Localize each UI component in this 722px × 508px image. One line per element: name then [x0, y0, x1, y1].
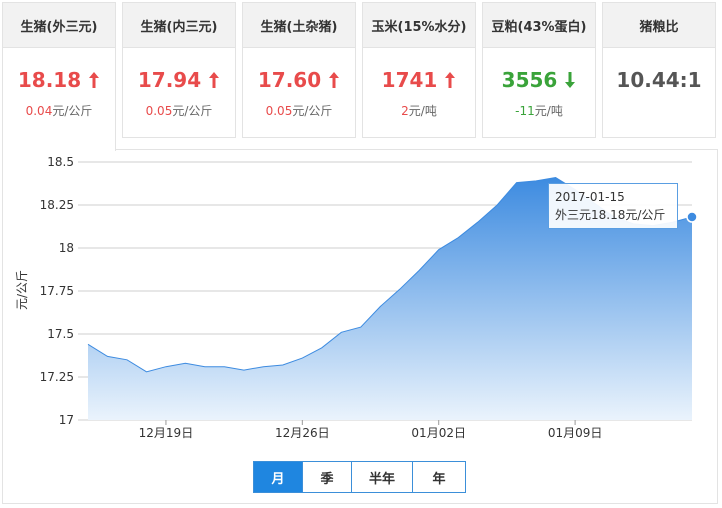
y-tick-label: 18: [59, 241, 74, 255]
x-tick-label: 01月02日: [411, 426, 466, 440]
x-tick-label: 12月19日: [139, 426, 194, 440]
card-change: 0.04元/公斤: [3, 102, 115, 119]
y-tick-label: 17: [59, 413, 74, 427]
y-axis: 17 17.25 17.5 17.75 18 18.25 18.5: [40, 155, 74, 427]
x-tick-label: 01月09日: [548, 426, 603, 440]
tooltip-text: 外三元18.18元/公斤: [555, 208, 666, 222]
card-price: 18.18: [3, 66, 115, 94]
change-unit: 元/公斤: [52, 104, 93, 118]
period-year-button[interactable]: 年: [413, 462, 465, 492]
chart-tooltip: 2017-01-15 外三元18.18元/公斤: [548, 183, 678, 229]
period-half-year-button[interactable]: 半年: [352, 462, 413, 492]
y-axis-label: 元/公斤: [15, 270, 29, 310]
y-tick-label: 17.75: [40, 284, 74, 298]
data-points: [686, 211, 698, 223]
change-value: 0.04: [25, 104, 53, 118]
period-selector: 月 季 半年 年: [253, 461, 466, 493]
y-tick-label: 17.25: [40, 370, 74, 384]
card-pig-outer-three[interactable]: 生猪(外三元) 18.18 0.04元/公斤: [2, 2, 116, 151]
x-tick-label: 12月26日: [275, 426, 330, 440]
y-tick-label: 18.5: [47, 155, 74, 169]
tooltip-date: 2017-01-15: [555, 190, 625, 204]
y-tick-label: 17.5: [47, 327, 74, 341]
y-tick-label: 18.25: [40, 198, 74, 212]
period-quarter-button[interactable]: 季: [303, 462, 352, 492]
x-axis: 12月19日 12月26日 01月02日 01月09日: [139, 420, 603, 440]
arrow-up-icon: [89, 72, 100, 88]
highlight-point: [686, 211, 698, 223]
price-value: 18.18: [17, 68, 82, 92]
period-month-button[interactable]: 月: [254, 462, 303, 492]
card-title: 生猪(外三元): [3, 3, 115, 48]
